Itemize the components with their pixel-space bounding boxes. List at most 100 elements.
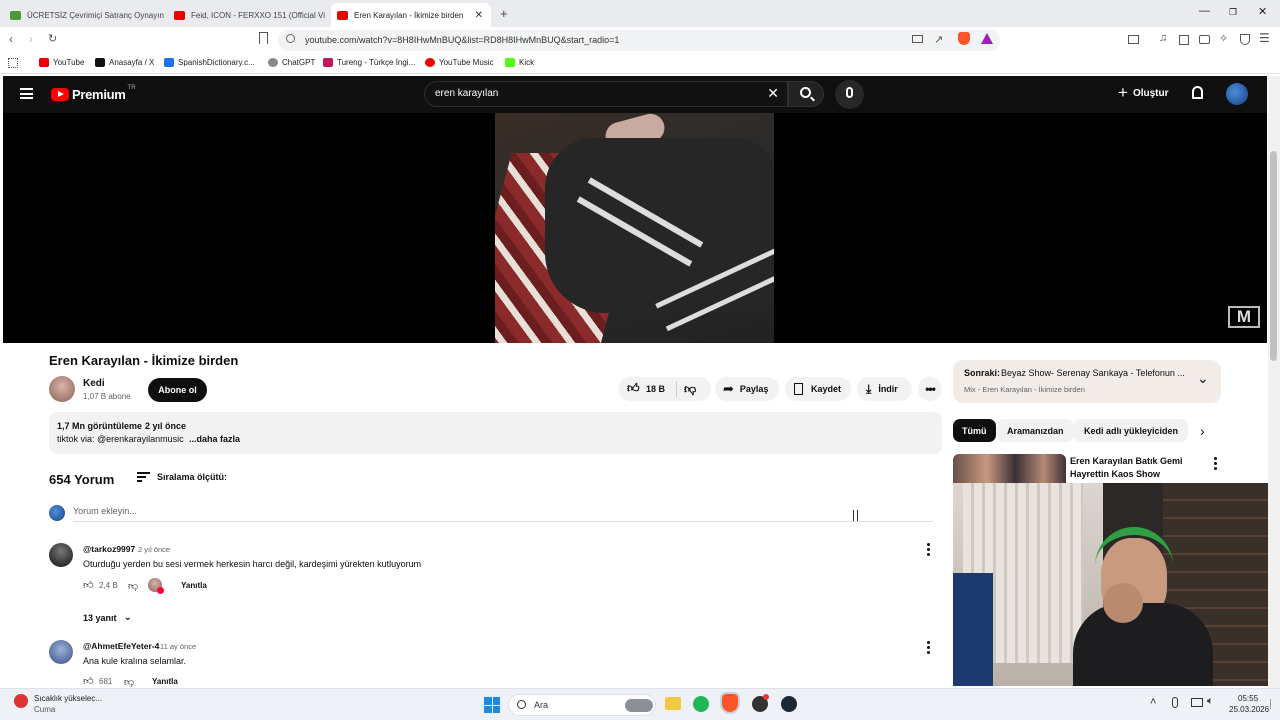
comment-author[interactable]: @AhmetEfeYeter-4: [83, 641, 159, 651]
bookmark-icon[interactable]: [259, 32, 268, 44]
like-icon[interactable]: 👍︎: [627, 381, 640, 396]
bookmark-youtube-music[interactable]: YouTube Music: [425, 58, 494, 67]
clock-date[interactable]: 25.03.2026: [1229, 705, 1269, 714]
youtube-premium-logo[interactable]: Premium TR: [51, 85, 136, 102]
apps-grid-icon[interactable]: [8, 58, 18, 68]
tab-feid[interactable]: Feid, ICON - FERXXO 151 (Official Vi: [168, 3, 326, 27]
brave-browser-icon[interactable]: [720, 692, 740, 714]
recommended-thumbnail[interactable]: [953, 454, 1066, 486]
show-replies-button[interactable]: 13 yanıt ⌄: [83, 612, 132, 623]
comment-count: 654 Yorum: [49, 472, 115, 487]
video-player[interactable]: M: [3, 113, 1267, 343]
search-input[interactable]: eren karayılan ✕: [424, 81, 788, 107]
up-next-panel[interactable]: Sonraki: Beyaz Show- Serenay Sarıkaya - …: [953, 360, 1221, 403]
minimize-icon[interactable]: —: [1199, 5, 1210, 17]
chip-from-uploader[interactable]: Kedi adlı yükleyiciden: [1074, 419, 1189, 442]
dislike-icon[interactable]: 👎︎: [684, 382, 696, 397]
recommended-title-line-1[interactable]: Eren Karayılan Batık Gemi: [1070, 456, 1183, 466]
windows-start-icon[interactable]: [484, 697, 500, 713]
hamburger-icon[interactable]: [20, 88, 33, 99]
taskbar-search[interactable]: Ara: [508, 694, 656, 716]
tab-chess[interactable]: ÜCRETSİZ Çevrimiçi Satranç Oynayın: [4, 3, 164, 27]
bookmark-kick[interactable]: Kick: [505, 58, 534, 67]
leo-ai-icon[interactable]: ✧: [1219, 32, 1228, 45]
account-avatar[interactable]: [1226, 83, 1248, 105]
bookmark-x[interactable]: Anasayfa / X: [95, 58, 154, 67]
comment-like-icon[interactable]: 👍︎: [83, 579, 93, 591]
commenter-avatar[interactable]: [49, 640, 73, 664]
save-button[interactable]: Kaydet: [785, 377, 851, 401]
file-explorer-icon[interactable]: [665, 697, 681, 710]
notifications-bell-icon[interactable]: [1192, 86, 1203, 99]
reload-icon[interactable]: ↻: [48, 32, 57, 45]
weather-icon[interactable]: [14, 694, 28, 708]
new-tab-icon[interactable]: +: [500, 6, 508, 21]
chevron-right-icon[interactable]: ›: [1200, 423, 1205, 439]
add-comment-input[interactable]: Yorum ekleyin...: [73, 505, 933, 522]
bookmark-chatgpt[interactable]: ChatGPT: [268, 58, 315, 67]
create-button[interactable]: + Oluştur: [1118, 84, 1169, 101]
tray-mic-icon[interactable]: [1172, 697, 1178, 708]
reply-button[interactable]: Yanıtla: [152, 677, 178, 686]
restore-icon[interactable]: ❐: [1229, 7, 1237, 18]
steam-icon[interactable]: [781, 696, 797, 712]
tray-volume-icon[interactable]: 🔈︎: [1207, 695, 1214, 708]
bookmark-tureng[interactable]: Tureng - Türkçe İngi...: [323, 58, 415, 67]
clock-time[interactable]: 05:55: [1238, 694, 1258, 703]
clear-search-icon[interactable]: ✕: [767, 85, 779, 102]
forward-icon[interactable]: ›: [29, 32, 33, 46]
music-icon[interactable]: ♫: [1159, 32, 1167, 44]
spotify-icon[interactable]: [693, 696, 709, 712]
cast-icon[interactable]: [912, 35, 923, 43]
channel-name[interactable]: Kedi: [83, 378, 105, 389]
page-scrollbar[interactable]: [1268, 76, 1280, 688]
wallet-icon[interactable]: [1199, 35, 1210, 44]
expand-chevron-icon[interactable]: ⌄: [1197, 370, 1209, 387]
share-page-icon[interactable]: ↗: [934, 33, 943, 46]
channel-avatar[interactable]: [49, 376, 75, 402]
back-icon[interactable]: ‹: [9, 32, 13, 46]
comment-dislike-icon[interactable]: 👎︎: [128, 580, 138, 592]
brave-shields-icon[interactable]: [958, 32, 970, 45]
bookmark-youtube[interactable]: YouTube: [39, 58, 84, 67]
scrollbar-thumb[interactable]: [1270, 151, 1277, 361]
voice-search-button[interactable]: [835, 80, 864, 109]
comment-more-icon[interactable]: [927, 641, 931, 656]
bookmark-spanishdict[interactable]: SpanishDictionary.c...: [164, 58, 255, 67]
close-tab-icon[interactable]: ✕: [475, 10, 483, 21]
reading-list-icon[interactable]: [1179, 35, 1189, 45]
comment-like-icon[interactable]: 👍︎: [83, 675, 93, 687]
recommended-more-icon[interactable]: [1214, 457, 1218, 472]
brave-rewards-icon[interactable]: [981, 33, 993, 44]
tray-network-icon[interactable]: [1191, 698, 1203, 707]
vpn-icon[interactable]: [1240, 34, 1250, 45]
comment-author[interactable]: @tarkoz9997: [83, 544, 135, 554]
comment-age[interactable]: 2 yıl önce: [138, 545, 170, 554]
like-count[interactable]: 18 B: [646, 384, 665, 394]
reply-button[interactable]: Yanıtla: [181, 581, 207, 590]
show-desktop-button[interactable]: [1270, 699, 1274, 709]
show-more-link[interactable]: ...daha fazla: [189, 434, 240, 444]
search-button[interactable]: [788, 81, 824, 107]
download-button[interactable]: ⤓ İndir: [857, 377, 912, 401]
recommended-title-line-2[interactable]: Hayrettin Kaos Show: [1070, 469, 1160, 479]
sort-icon[interactable]: [137, 472, 150, 483]
tab-eren-karayilan[interactable]: Eren Karayılan - İkimize birden ✕: [331, 3, 491, 27]
comment-more-icon[interactable]: [927, 543, 931, 558]
comment-age[interactable]: 11 ay önce: [160, 642, 196, 651]
close-window-icon[interactable]: ✕: [1258, 5, 1267, 18]
comment-dislike-icon[interactable]: 👎︎: [124, 676, 134, 688]
tray-chevron-up-icon[interactable]: ˄: [1150, 696, 1156, 708]
sidebar-toggle-icon[interactable]: [1128, 35, 1139, 44]
share-button[interactable]: ➦ Paylaş: [715, 377, 779, 401]
commenter-avatar[interactable]: [49, 543, 73, 567]
more-actions-button[interactable]: •••: [918, 377, 942, 401]
menu-icon[interactable]: ☰: [1259, 31, 1270, 45]
sort-by-button[interactable]: Sıralama ölçütü:: [157, 472, 227, 482]
subscribe-button[interactable]: Abone ol: [148, 378, 207, 402]
description-box[interactable]: [49, 412, 942, 454]
chip-from-search[interactable]: Aramanızdan: [997, 419, 1074, 442]
chip-all[interactable]: Tümü: [953, 419, 996, 442]
site-info-icon[interactable]: [286, 34, 295, 43]
weather-title[interactable]: Sıcaklık yükselec...: [34, 694, 102, 703]
